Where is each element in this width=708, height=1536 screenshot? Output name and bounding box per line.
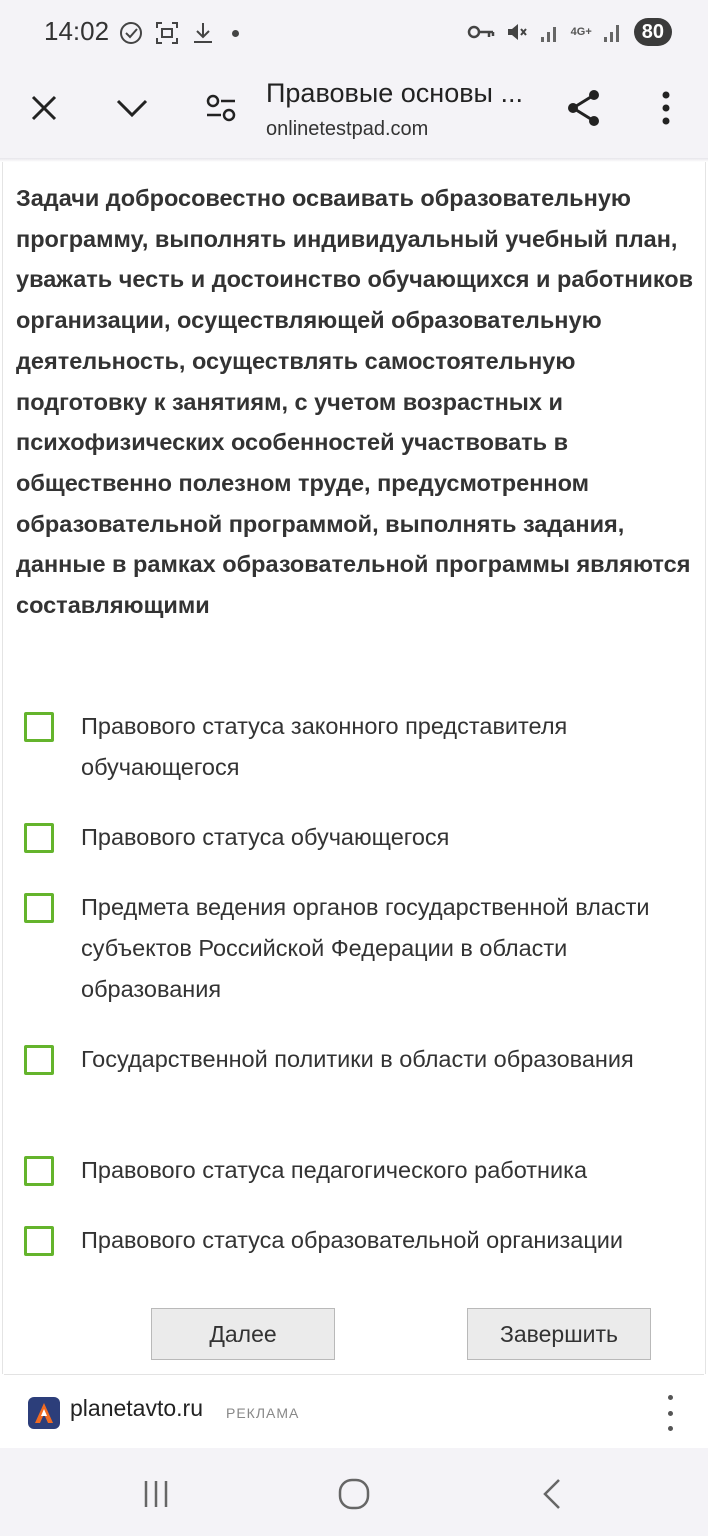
browser-toolbar: Правовые основы ... onlinetestpad.com <box>0 68 708 158</box>
ad-logo-icon <box>35 1403 53 1423</box>
tune-icon <box>206 94 236 122</box>
dot <box>667 1426 673 1431</box>
option-label[interactable]: Правового статуса образовательной органи… <box>81 1220 701 1261</box>
share-button[interactable] <box>560 84 608 132</box>
more-vertical-icon <box>662 91 670 125</box>
option-label[interactable]: Правового статуса законного представител… <box>81 706 701 788</box>
dot <box>667 1410 673 1416</box>
status-bar: 14:02 4G+ 80 <box>0 0 708 68</box>
status-right-icons: 4G+ 80 <box>467 18 672 46</box>
finish-button[interactable]: Завершить <box>467 1308 651 1360</box>
check-circle-icon <box>120 22 142 44</box>
site-settings-button[interactable] <box>197 84 245 132</box>
page-title: Правовые основы ... <box>266 78 523 108</box>
answer-option[interactable]: Правового статуса образовательной органи… <box>24 1226 623 1256</box>
option-label[interactable]: Правового статуса педагогического работн… <box>81 1150 701 1191</box>
checkbox[interactable] <box>24 1156 54 1186</box>
checkbox[interactable] <box>24 893 54 923</box>
home-icon <box>338 1478 370 1510</box>
question-text: Задачи добросовестно осваивать образоват… <box>16 185 694 619</box>
answer-option[interactable]: Правового статуса обучающегося <box>24 823 449 853</box>
signal-icon-2 <box>603 25 619 42</box>
recent-apps-button[interactable] <box>136 1476 176 1512</box>
checkbox[interactable] <box>24 1226 54 1256</box>
mute-icon <box>507 24 527 40</box>
recent-apps-icon <box>144 1481 168 1507</box>
minimize-button[interactable] <box>108 84 156 132</box>
key-icon <box>467 25 494 39</box>
status-left-icons <box>118 20 239 46</box>
home-button[interactable] <box>334 1476 374 1512</box>
answer-option[interactable]: Правового статуса педагогического работн… <box>24 1156 587 1186</box>
status-time: 14:02 <box>44 16 110 46</box>
chevron-down-icon <box>116 99 148 118</box>
screenshot-icon <box>156 22 178 44</box>
battery-indicator: 80 <box>633 18 672 46</box>
ad-logo <box>28 1397 60 1429</box>
checkbox[interactable] <box>24 1045 54 1075</box>
option-label[interactable]: Правового статуса обучающегося <box>81 817 701 858</box>
answer-option[interactable]: Правового статуса законного представител… <box>24 712 567 780</box>
option-label[interactable]: Предмета ведения органов государственной… <box>81 887 701 1010</box>
next-button[interactable]: Далее <box>151 1308 335 1360</box>
share-icon <box>568 90 599 126</box>
more-menu-button[interactable] <box>642 84 690 132</box>
page-url: onlinetestpad.com <box>266 118 429 140</box>
checkbox[interactable] <box>24 823 54 853</box>
option-label[interactable]: Государственной политики в области образ… <box>81 1039 701 1080</box>
page-content: Задачи добросовестно осваивать образоват… <box>0 162 708 1374</box>
checkbox[interactable] <box>24 712 54 742</box>
signal-icon <box>540 27 556 42</box>
answer-option[interactable]: Государственной политики в области образ… <box>24 1045 634 1075</box>
close-icon <box>31 95 57 121</box>
ad-site-name[interactable]: planetavto.ru <box>70 1395 203 1422</box>
ad-label: РЕКЛАМА <box>226 1405 300 1421</box>
back-button[interactable] <box>532 1476 572 1512</box>
ad-more-button[interactable] <box>658 1395 682 1431</box>
network-type: 4G+ <box>570 26 592 38</box>
notification-dot-icon <box>232 29 239 37</box>
answer-option[interactable]: Предмета ведения органов государственной… <box>24 893 650 1002</box>
close-button[interactable] <box>20 84 68 132</box>
system-nav-bar <box>0 1448 708 1536</box>
ad-banner[interactable]: planetavto.ru РЕКЛАМА <box>4 1374 704 1450</box>
back-icon <box>543 1479 560 1509</box>
dot <box>667 1395 673 1400</box>
download-icon <box>194 23 212 43</box>
